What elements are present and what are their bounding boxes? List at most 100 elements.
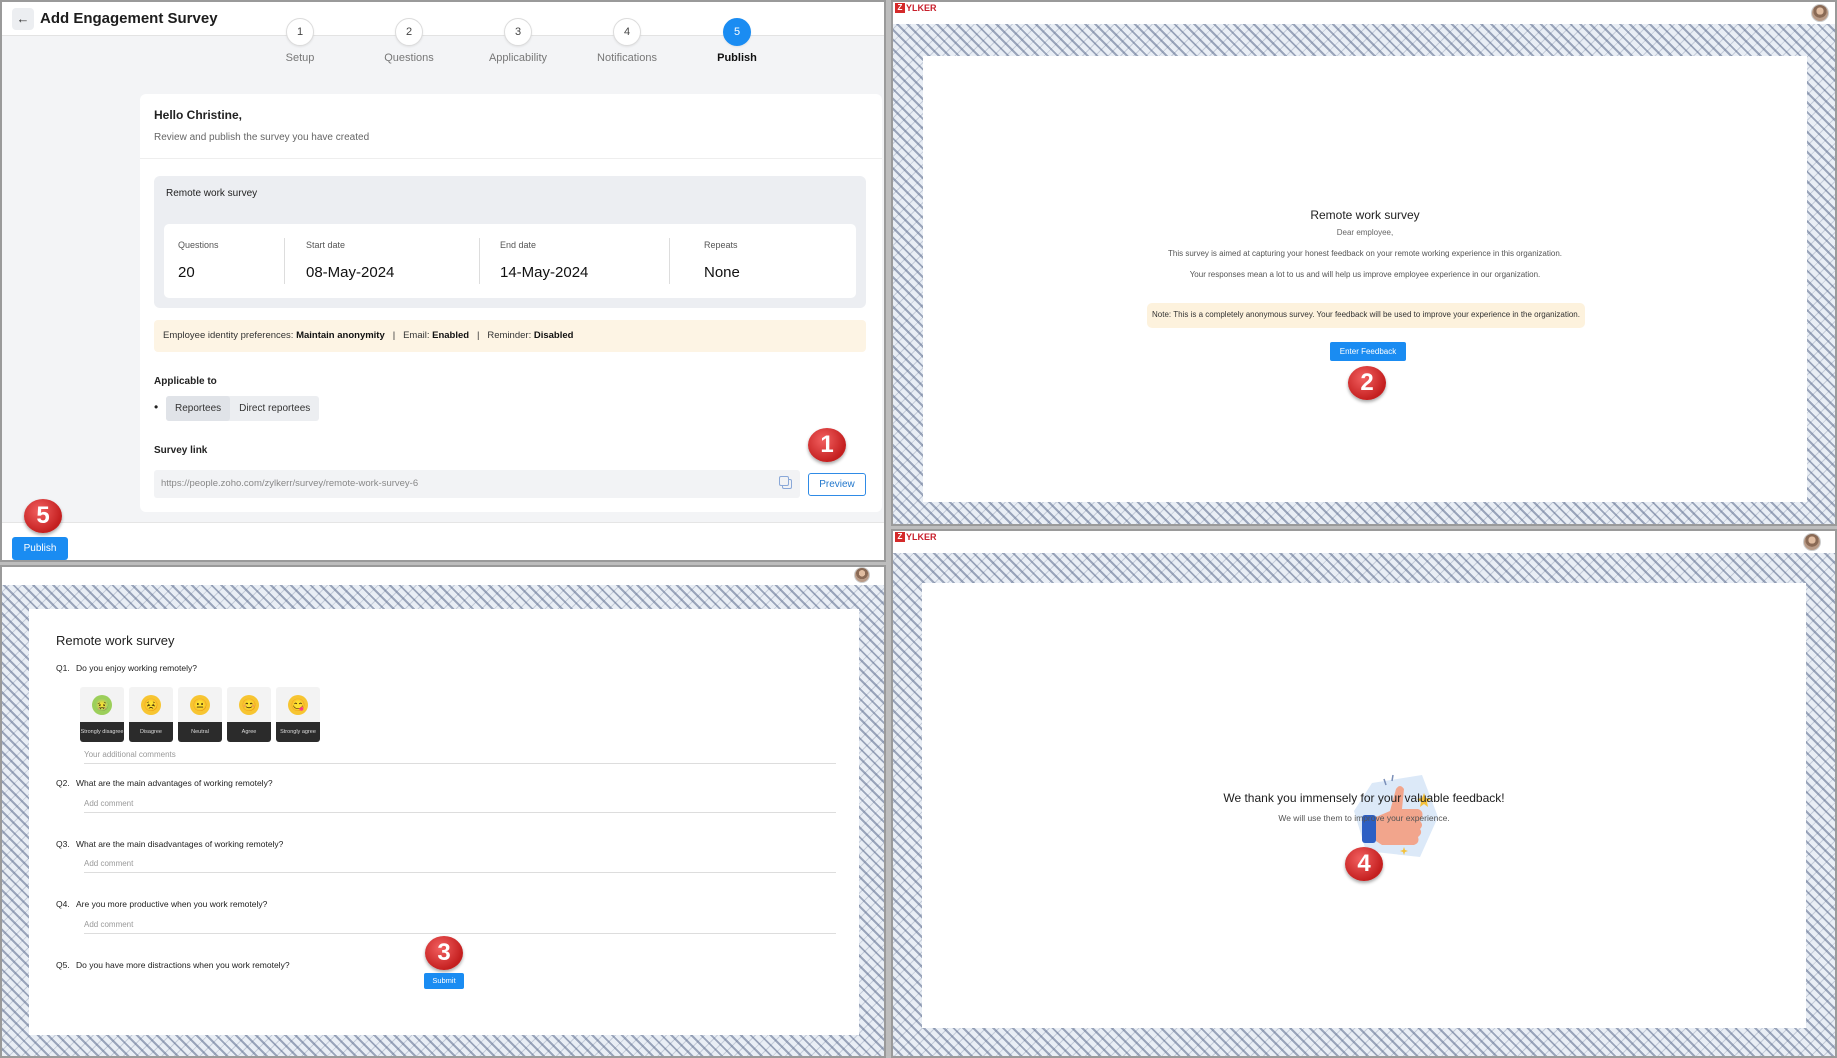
submit-button[interactable]: Submit	[424, 973, 464, 989]
thank-you-title: We thank you immensely for your valuable…	[1223, 791, 1505, 805]
setup-panel: ← Add Engagement Survey 1 Setup 2 Questi…	[0, 0, 886, 562]
stat-label: Repeats	[704, 240, 738, 250]
survey-form-panel: Remote work survey Q1. Do you enjoy worki…	[0, 565, 886, 1058]
step-label: Applicability	[488, 52, 548, 64]
top-bar: Z YLKER	[893, 531, 1835, 553]
reminder-label: Reminder:	[487, 330, 532, 341]
separator: |	[477, 330, 480, 341]
question-number: Q2.	[56, 778, 70, 788]
survey-summary: Remote work survey Questions 20 Start da…	[154, 176, 866, 308]
survey-link-field[interactable]: https://people.zoho.com/zylkerr/survey/r…	[154, 470, 800, 498]
email-value: Enabled	[432, 330, 470, 341]
question-number: Q3.	[56, 839, 70, 849]
step-applicability[interactable]: 3 Applicability	[463, 18, 573, 64]
divider	[669, 238, 670, 284]
thank-you-subtitle: We will use them to improve your experie…	[1278, 813, 1450, 823]
publish-button[interactable]: Publish	[12, 537, 68, 560]
divider	[140, 158, 882, 159]
smiling-face-icon: 😊	[239, 695, 259, 715]
rating-disagree[interactable]: 😣 Disagree	[129, 687, 173, 742]
question-text: Are you more productive when you work re…	[76, 899, 268, 909]
stat-label: End date	[500, 240, 537, 250]
stat-questions: Questions 20	[164, 224, 284, 298]
chip-direct-reportees[interactable]: Direct reportees	[230, 396, 319, 421]
step-marker-5: 5	[24, 499, 62, 533]
step-number: 3	[504, 18, 532, 46]
grinning-face-icon: 😋	[288, 695, 308, 715]
top-bar: Z YLKER	[893, 2, 1835, 24]
footer-bar: Publish	[2, 522, 884, 560]
step-marker-2: 2	[1348, 366, 1386, 400]
step-marker-4: 4	[1345, 847, 1383, 881]
step-number: 2	[395, 18, 423, 46]
rating-strongly-disagree[interactable]: 🤢 Strongly disagree	[80, 687, 124, 742]
stat-value: 14-May-2024	[500, 264, 589, 281]
rating-strongly-agree[interactable]: 😋 Strongly agree	[276, 687, 320, 742]
reminder-value: Disabled	[533, 330, 574, 341]
question-1: Q1. Do you enjoy working remotely?	[56, 663, 197, 673]
comment-input[interactable]: Add comment	[84, 795, 836, 813]
form-card: Remote work survey Q1. Do you enjoy worki…	[29, 609, 859, 1035]
step-publish[interactable]: 5 Publish	[682, 18, 792, 64]
step-number: 5	[723, 18, 751, 46]
step-setup[interactable]: 1 Setup	[245, 18, 355, 64]
intro-title: Remote work survey	[1310, 208, 1420, 222]
divider	[479, 238, 480, 284]
question-2: Q2. What are the main advantages of worki…	[56, 778, 273, 788]
question-5: Q5. Do you have more distractions when yo…	[56, 960, 290, 970]
question-text: What are the main advantages of working …	[76, 778, 273, 788]
review-card: Hello Christine, Review and publish the …	[140, 94, 882, 512]
stat-end-date: End date 14-May-2024	[486, 224, 666, 298]
pattern-background: We thank you immensely for your valuable…	[893, 553, 1835, 1056]
step-notifications[interactable]: 4 Notifications	[572, 18, 682, 64]
avatar[interactable]	[1803, 533, 1821, 551]
pattern-background: Remote work survey Q1. Do you enjoy worki…	[2, 585, 884, 1056]
logo-text: YLKER	[906, 3, 937, 13]
stat-label: Start date	[306, 240, 346, 250]
step-number: 4	[613, 18, 641, 46]
copy-icon[interactable]	[779, 476, 792, 489]
question-text: Do you have more distractions when you w…	[76, 960, 290, 970]
rating-label: Strongly disagree	[80, 722, 124, 742]
thank-you-panel: Z YLKER We thank you immensely for your v…	[891, 529, 1837, 1058]
stat-value: 20	[178, 264, 195, 281]
survey-stats: Questions 20 Start date 08-May-2024 End …	[164, 224, 856, 298]
comment-input[interactable]: Add comment	[84, 916, 836, 934]
rating-neutral[interactable]: 😐 Neutral	[178, 687, 222, 742]
identity-value: Maintain anonymity	[296, 330, 385, 341]
stepper: 1 Setup 2 Questions 3 Applicability 4 No…	[2, 18, 884, 74]
survey-name: Remote work survey	[166, 188, 258, 199]
enter-feedback-button[interactable]: Enter Feedback	[1330, 342, 1406, 361]
comment-input[interactable]: Your additional comments	[84, 746, 836, 764]
avatar[interactable]	[1811, 4, 1829, 22]
step-label: Publish	[717, 52, 757, 64]
applicable-chips: Reportees Direct reportees	[166, 396, 320, 421]
preferences-banner: Employee identity preferences: Maintain …	[154, 320, 866, 352]
identity-label: Employee identity preferences:	[163, 330, 294, 341]
question-number: Q4.	[56, 899, 70, 909]
avatar[interactable]	[854, 567, 870, 583]
question-text: Do you enjoy working remotely?	[76, 663, 197, 673]
stat-repeats: Repeats None	[690, 224, 840, 298]
preview-button[interactable]: Preview	[808, 473, 866, 496]
email-label: Email:	[403, 330, 430, 341]
zylker-logo: Z YLKER	[895, 531, 937, 543]
chip-reportees[interactable]: Reportees	[166, 396, 231, 421]
pattern-background: Remote work survey Dear employee, This s…	[893, 24, 1835, 524]
stat-start-date: Start date 08-May-2024	[292, 224, 472, 298]
step-questions[interactable]: 2 Questions	[354, 18, 464, 64]
logo-text: YLKER	[906, 532, 937, 542]
rating-agree[interactable]: 😊 Agree	[227, 687, 271, 742]
rating-label: Strongly agree	[276, 722, 320, 742]
stat-value: 08-May-2024	[306, 264, 395, 281]
greeting: Hello Christine,	[154, 108, 243, 122]
comment-input[interactable]: Add comment	[84, 855, 836, 873]
stat-label: Questions	[178, 240, 219, 250]
survey-link-value: https://people.zoho.com/zylkerr/survey/r…	[161, 478, 419, 489]
divider	[284, 238, 285, 284]
intro-line-2: Your responses mean a lot to us and will…	[1189, 270, 1541, 279]
stat-value: None	[704, 264, 740, 281]
question-number: Q1.	[56, 663, 70, 673]
top-bar	[2, 567, 884, 585]
intro-salutation: Dear employee,	[1336, 228, 1394, 237]
